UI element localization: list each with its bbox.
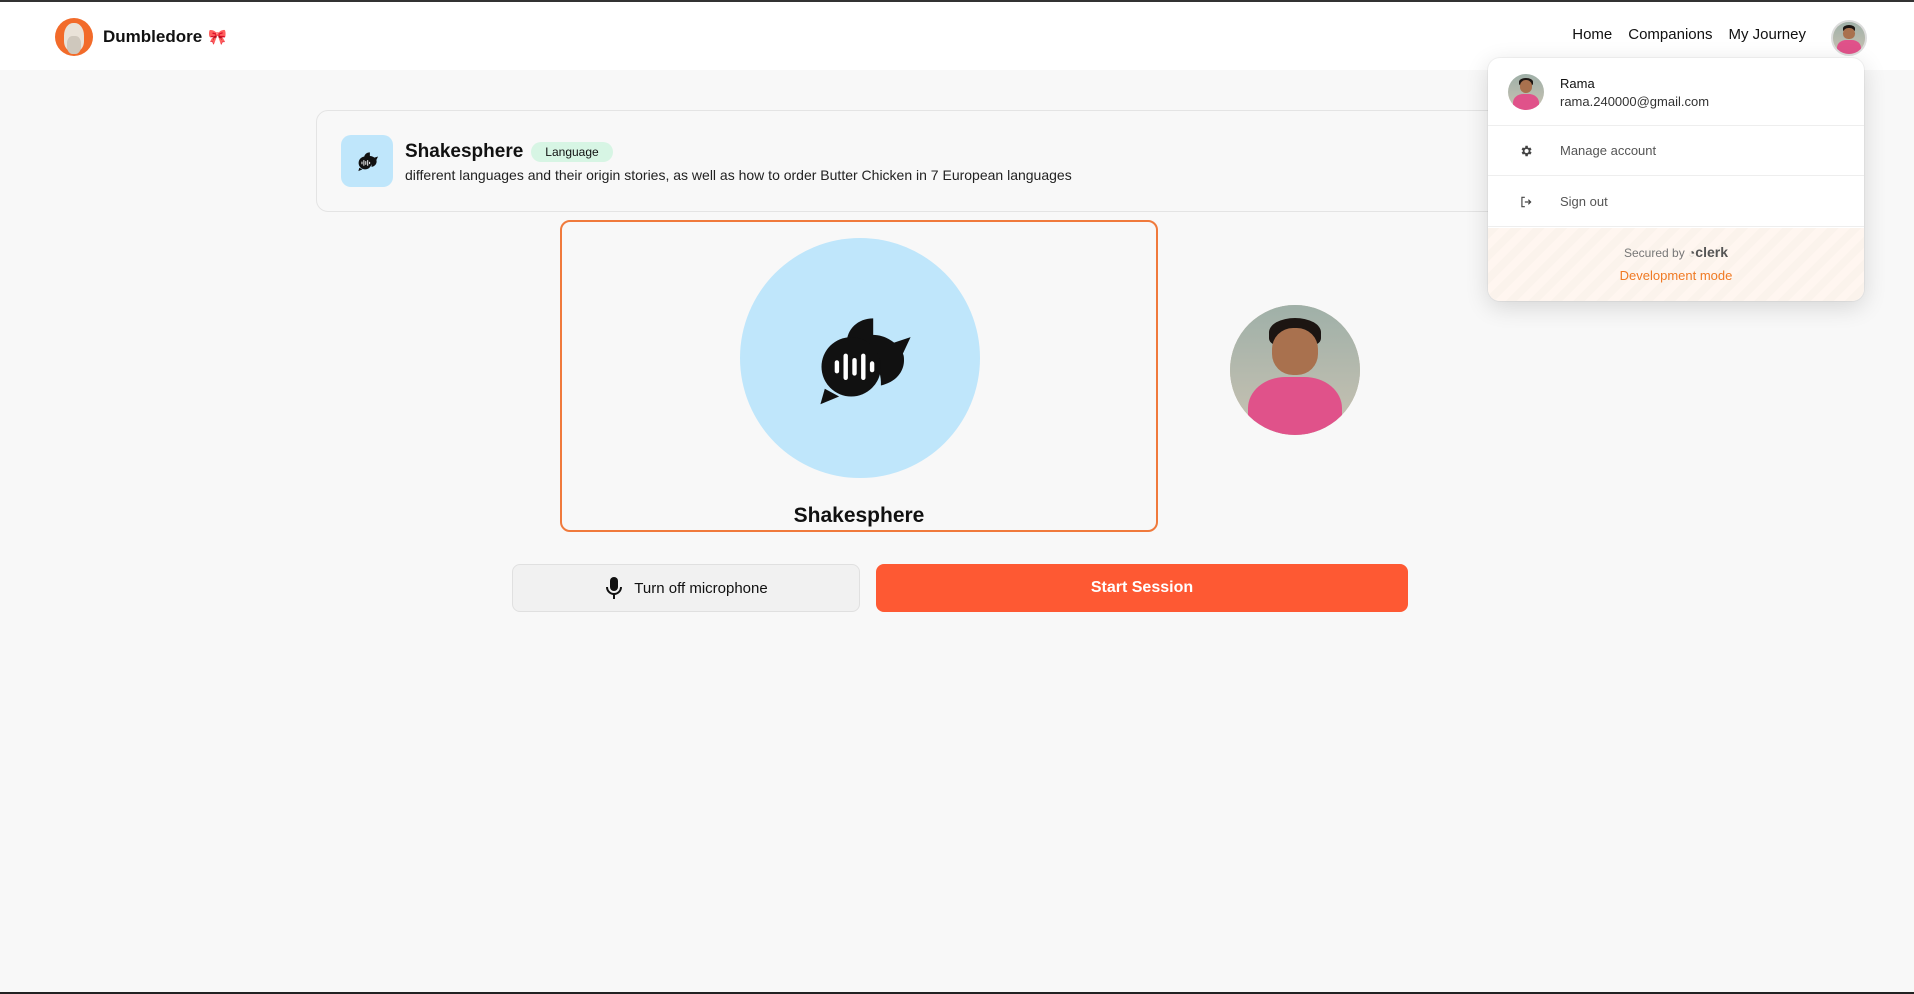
nav-link-my-journey[interactable]: My Journey	[1728, 26, 1806, 43]
brand-logo-link[interactable]: Dumbledore 🎀	[55, 18, 227, 56]
companion-topic: different languages and their origin sto…	[405, 167, 1072, 183]
user-avatar-button[interactable]	[1831, 20, 1867, 56]
logo-image	[55, 18, 93, 56]
brand-name: Dumbledore	[103, 27, 203, 46]
start-session-label: Start Session	[1090, 579, 1194, 596]
clerk-footer: Secured by ◔clerk Development mode	[1488, 228, 1864, 301]
session-companion-name: Shakesphere	[793, 504, 925, 527]
microphone-toggle-label: Turn off microphone	[634, 579, 768, 597]
clerk-logo-text: clerk	[1695, 244, 1728, 260]
microphone-icon	[606, 577, 623, 599]
sign-out-button[interactable]: Sign out	[1488, 177, 1864, 227]
gear-icon	[1521, 145, 1532, 156]
companion-header-card: Shakesphere Language different languages…	[316, 110, 1616, 212]
speech-bubbles-icon	[820, 318, 911, 405]
development-mode-label: Development mode	[1619, 268, 1733, 283]
user-menu-profile: Rama rama.240000@gmail.com	[1488, 58, 1864, 126]
user-menu-dropdown: Rama rama.240000@gmail.com Manage accoun…	[1488, 58, 1864, 301]
nav-link-companions[interactable]: Companions	[1628, 26, 1712, 43]
companion-session-panel: Shakesphere	[560, 220, 1158, 532]
secured-by-text: Secured by	[1624, 246, 1685, 260]
user-email: rama.240000@gmail.com	[1560, 94, 1710, 109]
user-session-avatar	[1230, 305, 1360, 435]
companion-name: Shakesphere	[405, 141, 524, 162]
speech-bubbles-icon	[358, 152, 379, 172]
sign-out-label: Sign out	[1560, 194, 1608, 209]
sign-out-icon	[1521, 196, 1532, 207]
companion-avatar-circle	[740, 238, 980, 478]
start-session-button[interactable]: Start Session	[876, 564, 1408, 612]
nav-links: Home Companions My Journey	[1572, 26, 1806, 43]
user-name: Rama	[1560, 76, 1595, 91]
manage-account-button[interactable]: Manage account	[1488, 126, 1864, 176]
avatar	[1508, 74, 1544, 110]
subject-badge: Language	[531, 142, 613, 162]
nav-link-home[interactable]: Home	[1572, 26, 1612, 43]
microphone-toggle-button[interactable]: Turn off microphone	[512, 564, 860, 612]
manage-account-label: Manage account	[1560, 143, 1657, 158]
companion-icon-box	[341, 135, 393, 187]
bow-icon: 🎀	[208, 29, 227, 46]
